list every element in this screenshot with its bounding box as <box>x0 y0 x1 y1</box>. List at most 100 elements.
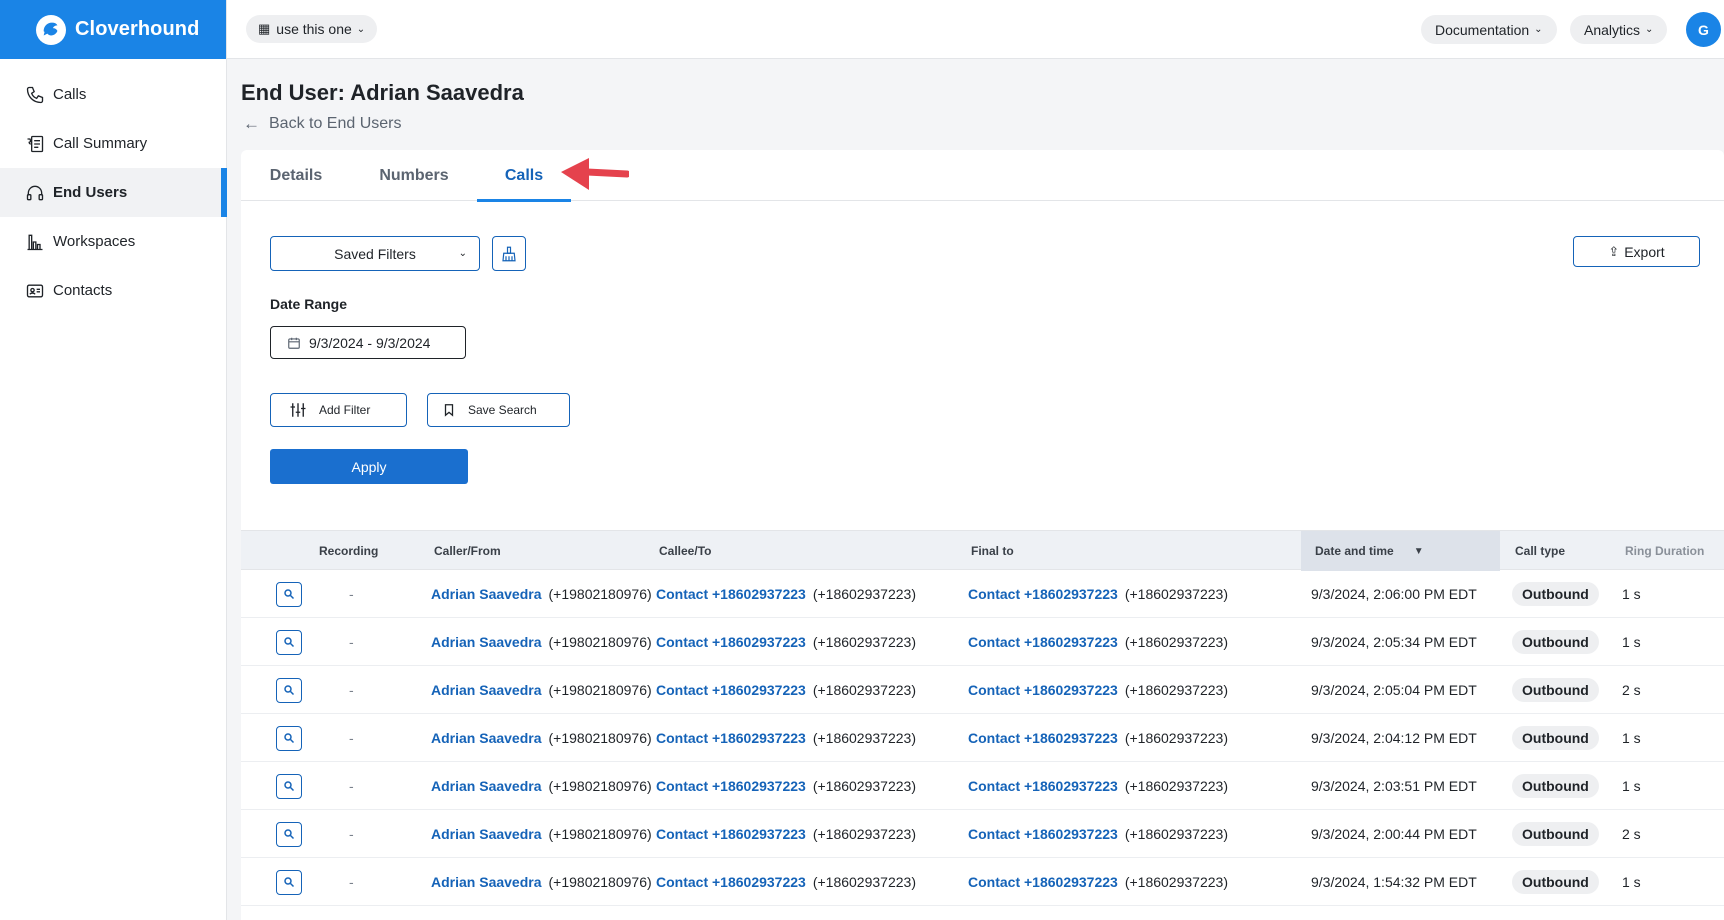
caller-link[interactable]: Adrian Saavedra <box>431 874 542 890</box>
table-row[interactable]: - Adrian Saavedra (+19802180976) Contact +1… <box>241 570 1724 618</box>
calendar-icon <box>287 336 301 350</box>
date-range-input[interactable]: 9/3/2024 - 9/3/2024 <box>270 326 466 359</box>
final-to-link[interactable]: Contact +18602937223 <box>968 634 1118 650</box>
table-row[interactable]: - Adrian Saavedra (+19802180976) Contact +1… <box>241 618 1724 666</box>
callee-link[interactable]: Contact +18602937223 <box>656 874 806 890</box>
final-to-link[interactable]: Contact +18602937223 <box>968 730 1118 746</box>
user-avatar[interactable]: G <box>1686 12 1721 47</box>
column-header-final-to[interactable]: Final to <box>971 531 1014 571</box>
add-filter-button[interactable]: Add Filter <box>270 393 407 427</box>
column-header-date-time[interactable]: Date and time ▼ <box>1301 531 1500 571</box>
add-filter-label: Add Filter <box>319 403 371 417</box>
callee-link[interactable]: Contact +18602937223 <box>656 826 806 842</box>
caller-link[interactable]: Adrian Saavedra <box>431 826 542 842</box>
sidebar-item-calls[interactable]: Calls <box>0 70 226 119</box>
tab-numbers[interactable]: Numbers <box>351 150 477 201</box>
ring-duration-value: 1 s <box>1622 778 1641 794</box>
callee-link[interactable]: Contact +18602937223 <box>656 586 806 602</box>
call-type-cell: Outbound <box>1512 666 1599 714</box>
tab-details[interactable]: Details <box>241 150 351 201</box>
column-header-recording[interactable]: Recording <box>319 531 378 571</box>
sidebar-item-end-users[interactable]: End Users <box>0 168 227 217</box>
table-row[interactable]: - Adrian Saavedra (+19802180976) Contact +1… <box>241 858 1724 906</box>
tab-calls[interactable]: Calls <box>477 150 571 202</box>
caller-link[interactable]: Adrian Saavedra <box>431 778 542 794</box>
view-details-button[interactable] <box>276 773 302 799</box>
save-search-button[interactable]: Save Search <box>427 393 570 427</box>
export-button[interactable]: ⇪ Export <box>1573 236 1700 267</box>
column-header-call-type[interactable]: Call type <box>1515 531 1565 571</box>
final-to-link[interactable]: Contact +18602937223 <box>968 586 1118 602</box>
callee-cell: Contact +18602937223 (+18602937223) <box>656 570 916 618</box>
caller-cell: Adrian Saavedra (+19802180976) <box>431 570 652 618</box>
callee-link[interactable]: Contact +18602937223 <box>656 730 806 746</box>
back-link-label: Back to End Users <box>269 115 402 132</box>
view-details-button[interactable] <box>276 629 302 655</box>
call-type-badge: Outbound <box>1512 870 1599 894</box>
callee-cell: Contact +18602937223 (+18602937223) <box>656 618 916 666</box>
call-type-cell: Outbound <box>1512 714 1599 762</box>
ring-duration-value: 2 s <box>1622 826 1641 842</box>
recording-value: - <box>349 874 354 890</box>
final-to-cell: Contact +18602937223 (+18602937223) <box>968 714 1228 762</box>
recording-value: - <box>349 586 354 602</box>
building-icon: ▦ <box>258 21 271 36</box>
analytics-menu[interactable]: Analytics ⌄ <box>1570 15 1668 44</box>
final-to-link[interactable]: Contact +18602937223 <box>968 682 1118 698</box>
view-details-button[interactable] <box>276 869 302 895</box>
clear-filters-button[interactable] <box>492 236 526 271</box>
callee-link[interactable]: Contact +18602937223 <box>656 682 806 698</box>
call-type-cell: Outbound <box>1512 570 1599 618</box>
workspace-selector[interactable]: ▦ use this one ⌄ <box>246 15 378 43</box>
workspace-name: use this one <box>276 21 352 37</box>
sidebar-item-label: Call Summary <box>53 135 148 152</box>
sidebar-nav: Calls Call Summary End Users Workspaces … <box>0 70 227 315</box>
final-to-link[interactable]: Contact +18602937223 <box>968 826 1118 842</box>
sliders-icon <box>289 401 307 419</box>
documentation-menu[interactable]: Documentation ⌄ <box>1421 15 1557 44</box>
caller-link[interactable]: Adrian Saavedra <box>431 634 542 650</box>
sidebar-item-contacts[interactable]: Contacts <box>0 266 226 315</box>
caller-link[interactable]: Adrian Saavedra <box>431 682 542 698</box>
table-header: Recording Caller/From Callee/To Final to… <box>241 530 1724 571</box>
view-details-button[interactable] <box>276 821 302 847</box>
caller-number: (+19802180976) <box>548 778 652 794</box>
recording-cell <box>276 762 302 810</box>
analytics-label: Analytics <box>1584 21 1641 38</box>
apply-button[interactable]: Apply <box>270 449 468 484</box>
contact-card-icon <box>25 281 45 301</box>
calls-table: Recording Caller/From Callee/To Final to… <box>241 530 1724 906</box>
headset-icon <box>25 183 45 203</box>
saved-filters-dropdown[interactable]: Saved Filters ⌄ <box>270 236 480 271</box>
caller-link[interactable]: Adrian Saavedra <box>431 586 542 602</box>
callee-number: (+18602937223) <box>812 778 916 794</box>
final-to-number: (+18602937223) <box>1124 586 1228 602</box>
table-row[interactable]: - Adrian Saavedra (+19802180976) Contact +1… <box>241 762 1724 810</box>
callee-link[interactable]: Contact +18602937223 <box>656 634 806 650</box>
table-row[interactable]: - Adrian Saavedra (+19802180976) Contact +1… <box>241 714 1724 762</box>
back-to-end-users-link[interactable]: ← Back to End Users <box>243 114 402 134</box>
ring-duration-value: 1 s <box>1622 634 1641 650</box>
callee-link[interactable]: Contact +18602937223 <box>656 778 806 794</box>
view-details-button[interactable] <box>276 581 302 607</box>
brand-header[interactable]: Cloverhound <box>0 0 226 59</box>
view-details-button[interactable] <box>276 677 302 703</box>
column-header-ring-duration[interactable]: Ring Duration <box>1625 531 1704 571</box>
building-chart-icon <box>25 232 45 252</box>
column-header-callee[interactable]: Callee/To <box>659 531 711 571</box>
sidebar-item-call-summary[interactable]: Call Summary <box>0 119 226 168</box>
call-type-badge: Outbound <box>1512 678 1599 702</box>
caller-link[interactable]: Adrian Saavedra <box>431 730 542 746</box>
sidebar-item-workspaces[interactable]: Workspaces <box>0 217 226 266</box>
column-header-caller[interactable]: Caller/From <box>434 531 501 571</box>
recording-cell <box>276 714 302 762</box>
final-to-link[interactable]: Contact +18602937223 <box>968 778 1118 794</box>
table-row[interactable]: - Adrian Saavedra (+19802180976) Contact +1… <box>241 666 1724 714</box>
ring-duration-value: 1 s <box>1622 730 1641 746</box>
table-row[interactable]: - Adrian Saavedra (+19802180976) Contact +1… <box>241 810 1724 858</box>
callee-cell: Contact +18602937223 (+18602937223) <box>656 666 916 714</box>
final-to-cell: Contact +18602937223 (+18602937223) <box>968 570 1228 618</box>
date-time-value: 9/3/2024, 2:06:00 PM EDT <box>1311 586 1477 602</box>
view-details-button[interactable] <box>276 725 302 751</box>
final-to-link[interactable]: Contact +18602937223 <box>968 874 1118 890</box>
